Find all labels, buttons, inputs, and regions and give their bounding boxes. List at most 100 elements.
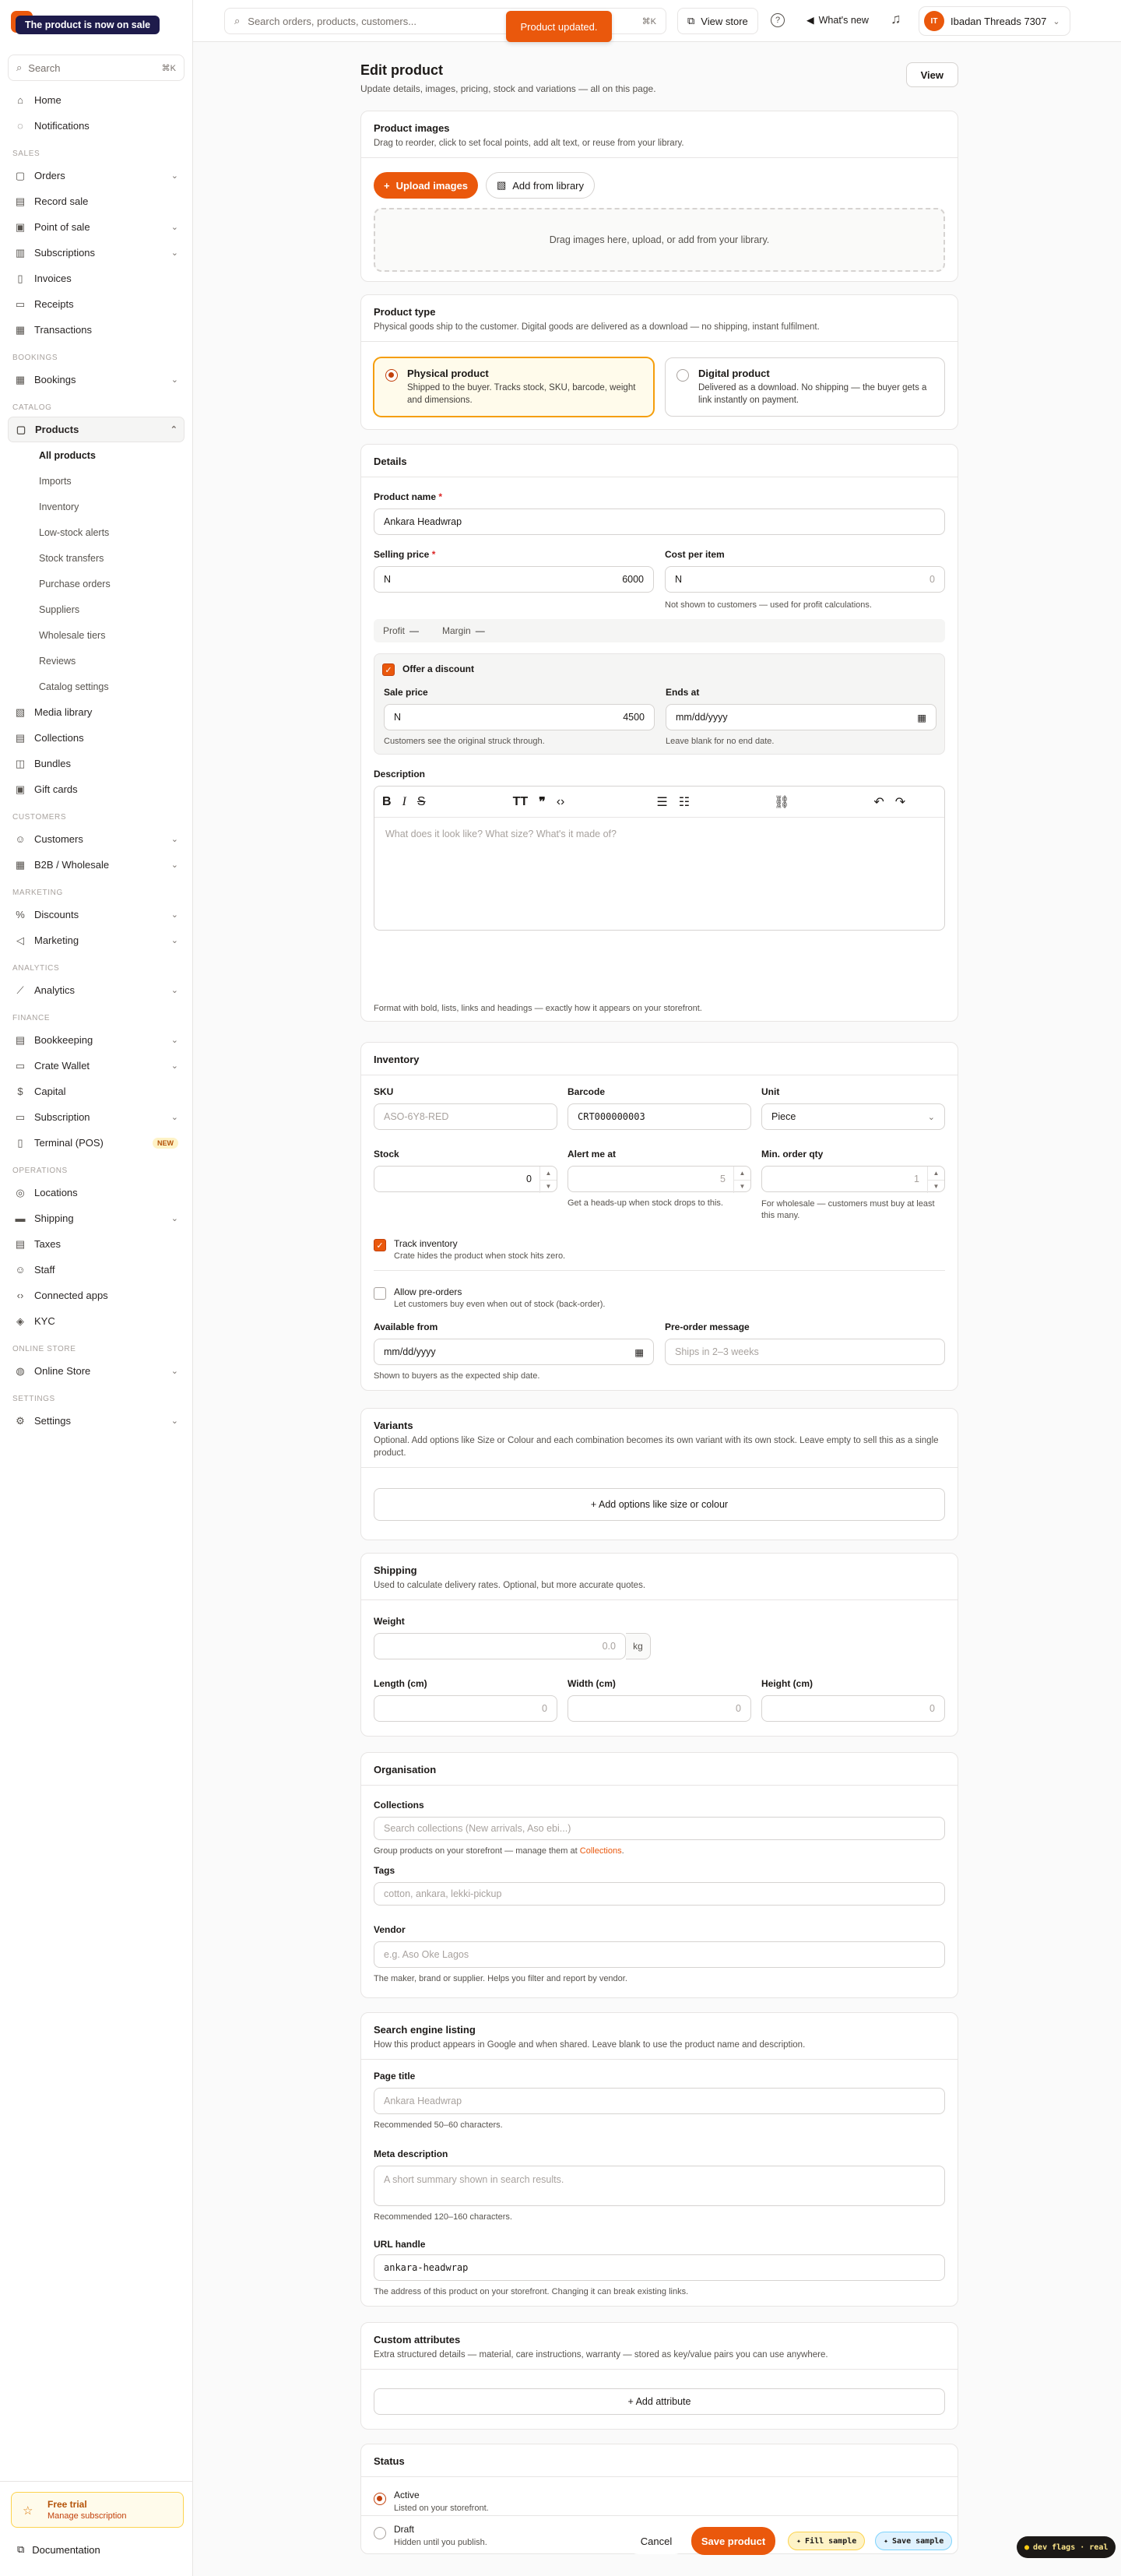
view-button[interactable]: View — [905, 62, 958, 87]
min-order-input[interactable]: 1 ▲ ▼ — [761, 1166, 945, 1193]
stock-stepper[interactable]: ▲ ▼ — [539, 1167, 557, 1193]
url-handle-input[interactable]: ankara-headwrap — [374, 2254, 945, 2281]
sidebar-item-bookings[interactable]: ▦ Bookings ⌄ — [8, 367, 184, 392]
sidebar-item-settings[interactable]: ⚙ Settings ⌄ — [8, 1408, 184, 1434]
link-icon[interactable]: ⛓ — [774, 794, 789, 810]
add-from-library-button[interactable]: ▧ Add from library — [486, 172, 595, 199]
sidebar-item-record-sale[interactable]: ▤ Record sale — [8, 188, 184, 214]
length-input[interactable]: 0 — [374, 1695, 557, 1722]
sidebar-subitem-stock-transfers[interactable]: Stock transfers — [8, 545, 184, 571]
sidebar-item-media[interactable]: ▧ Media library — [8, 699, 184, 725]
heading-icon[interactable]: TT — [513, 795, 529, 809]
chevron-up-icon[interactable]: ▲ — [734, 1167, 750, 1181]
allow-preorders-checkbox[interactable] — [374, 1287, 386, 1300]
sidebar-item-online-store[interactable]: ◍ Online Store ⌄ — [8, 1358, 184, 1384]
width-input[interactable]: 0 — [568, 1695, 751, 1722]
offer-discount-checkbox[interactable]: ✓ — [382, 663, 395, 676]
chevron-up-icon[interactable]: ▲ — [540, 1167, 557, 1181]
ends-at-input[interactable]: mm/dd/yyyy ▦ — [666, 704, 937, 730]
description-textarea[interactable]: What does it look like? What size? What'… — [374, 818, 944, 850]
unit-select[interactable]: Piece ⌄ — [761, 1103, 945, 1130]
cost-per-item-input[interactable]: N 0 — [665, 566, 945, 593]
min-order-stepper[interactable]: ▲ ▼ — [927, 1167, 944, 1193]
save-sample-button[interactable]: ✦ Save sample — [875, 2532, 953, 2550]
sidebar-item-gift-cards[interactable]: ▣ Gift cards — [8, 776, 184, 802]
chevron-down-icon[interactable]: ▼ — [540, 1181, 557, 1194]
digital-product-option[interactable]: Digital product Delivered as a download.… — [665, 357, 945, 417]
sidebar-subitem-suppliers[interactable]: Suppliers — [8, 596, 184, 622]
track-inventory-checkbox[interactable]: ✓ — [374, 1239, 386, 1251]
sidebar-subitem-all-products[interactable]: All products — [8, 442, 184, 468]
status-draft-radio[interactable] — [374, 2527, 386, 2539]
alert-stepper[interactable]: ▲ ▼ — [733, 1167, 750, 1193]
alert-input[interactable]: 5 ▲ ▼ — [568, 1166, 751, 1193]
sidebar-item-connected-apps[interactable]: ‹› Connected apps — [8, 1283, 184, 1308]
sidebar-item-customers[interactable]: ☺ Customers ⌄ — [8, 826, 184, 852]
code-icon[interactable]: ‹› — [557, 795, 565, 809]
page-title-input[interactable]: Ankara Headwrap — [374, 2088, 945, 2114]
meta-description-textarea[interactable]: A short summary shown in search results. — [374, 2166, 945, 2206]
product-name-input[interactable]: Ankara Headwrap — [374, 509, 945, 535]
sidebar-subitem-catalog-settings[interactable]: Catalog settings — [8, 674, 184, 699]
sidebar-subitem-purchase-orders[interactable]: Purchase orders — [8, 571, 184, 596]
strikethrough-icon[interactable]: S — [417, 795, 426, 809]
redo-icon[interactable]: ↷ — [895, 794, 905, 810]
collections-link[interactable]: Collections — [580, 1846, 622, 1856]
sidebar-item-receipts[interactable]: ▭ Receipts — [8, 291, 184, 317]
calendar-icon[interactable]: ▦ — [634, 1346, 644, 1358]
collections-input[interactable]: Search collections (New arrivals, Aso eb… — [374, 1817, 945, 1840]
account-switcher[interactable]: IT Ibadan Threads 7307 ⌄ — [919, 6, 1070, 36]
digital-radio[interactable] — [676, 369, 689, 382]
italic-icon[interactable]: I — [402, 795, 406, 809]
sidebar-item-kyc[interactable]: ◈ KYC — [8, 1308, 184, 1334]
sidebar-item-locations[interactable]: ◎ Locations — [8, 1180, 184, 1205]
sidebar-item-wallet[interactable]: ▭ Crate Wallet ⌄ — [8, 1053, 184, 1079]
sidebar-item-terminal[interactable]: ▯ Terminal (POS) NEW — [8, 1130, 184, 1156]
barcode-input[interactable]: CRT000000003 — [568, 1103, 751, 1130]
sidebar-search[interactable]: ⌕ Search ⌘K — [8, 55, 184, 81]
sidebar-item-orders[interactable]: ▢ Orders ⌄ — [8, 163, 184, 188]
sidebar-subitem-reviews[interactable]: Reviews — [8, 648, 184, 674]
sidebar-item-invoices[interactable]: ▯ Invoices — [8, 266, 184, 291]
calendar-icon[interactable]: ▦ — [917, 712, 926, 723]
physical-product-option[interactable]: Physical product Shipped to the buyer. T… — [374, 357, 654, 417]
tags-input[interactable]: cotton, ankara, lekki-pickup — [374, 1882, 945, 1906]
sidebar-item-home[interactable]: ⌂ Home — [8, 87, 184, 113]
sidebar-item-products[interactable]: ▢ Products ⌃ — [8, 417, 184, 442]
sidebar-item-bookkeeping[interactable]: ▤ Bookkeeping ⌄ — [8, 1027, 184, 1053]
sidebar-item-analytics[interactable]: ⟋ Analytics ⌄ — [8, 977, 184, 1003]
available-from-input[interactable]: mm/dd/yyyy ▦ — [374, 1339, 654, 1365]
sidebar-item-taxes[interactable]: ▤ Taxes — [8, 1231, 184, 1257]
sidebar-item-marketing[interactable]: ◁ Marketing ⌄ — [8, 927, 184, 953]
quote-icon[interactable]: ❞ — [539, 794, 546, 810]
sku-input[interactable]: ASO-6Y8-RED — [374, 1103, 557, 1130]
weight-input[interactable]: 0.0 — [374, 1633, 626, 1659]
image-dropzone[interactable]: Drag images here, upload, or add from yo… — [374, 208, 945, 272]
save-product-button[interactable]: Save product — [691, 2527, 775, 2555]
manage-subscription-link[interactable]: Manage subscription — [47, 2511, 175, 2521]
sidebar-subitem-wholesale-tiers[interactable]: Wholesale tiers — [8, 622, 184, 648]
documentation-link[interactable]: ⧉ Documentation — [17, 2543, 100, 2556]
bold-icon[interactable]: B — [382, 795, 392, 809]
sidebar-item-shipping[interactable]: ▬ Shipping ⌄ — [8, 1205, 184, 1231]
fill-sample-button[interactable]: ✦ Fill sample — [788, 2532, 866, 2550]
bullet-list-icon[interactable]: ☰ — [656, 794, 667, 810]
status-active-radio[interactable] — [374, 2493, 386, 2505]
dev-flags-badge[interactable]: ● dev flags · real — [1017, 2536, 1116, 2558]
sidebar-subitem-inventory[interactable]: Inventory — [8, 494, 184, 519]
cancel-button[interactable]: Cancel — [625, 2528, 687, 2554]
sidebar-item-transactions[interactable]: ▦ Transactions — [8, 317, 184, 343]
sidebar-item-subscription[interactable]: ▭ Subscription ⌄ — [8, 1104, 184, 1130]
chevron-up-icon[interactable]: ▲ — [928, 1167, 944, 1181]
sidebar-item-notifications[interactable]: ◌ Notifications — [8, 113, 184, 139]
stock-input[interactable]: 0 ▲ ▼ — [374, 1166, 557, 1193]
sidebar-item-discounts[interactable]: % Discounts ⌄ — [8, 902, 184, 927]
sidebar-item-bundles[interactable]: ◫ Bundles — [8, 751, 184, 776]
sidebar-item-b2b[interactable]: ▦ B2B / Wholesale ⌄ — [8, 852, 184, 878]
selling-price-input[interactable]: N 6000 — [374, 566, 654, 593]
numbered-list-icon[interactable]: ☷ — [679, 794, 690, 810]
whats-new-button[interactable]: ◀ What's new — [806, 14, 869, 26]
chevron-down-icon[interactable]: ▼ — [928, 1181, 944, 1194]
add-variant-options-button[interactable]: + Add options like size or colour — [374, 1488, 945, 1521]
sidebar-subitem-low-stock[interactable]: Low-stock alerts — [8, 519, 184, 545]
